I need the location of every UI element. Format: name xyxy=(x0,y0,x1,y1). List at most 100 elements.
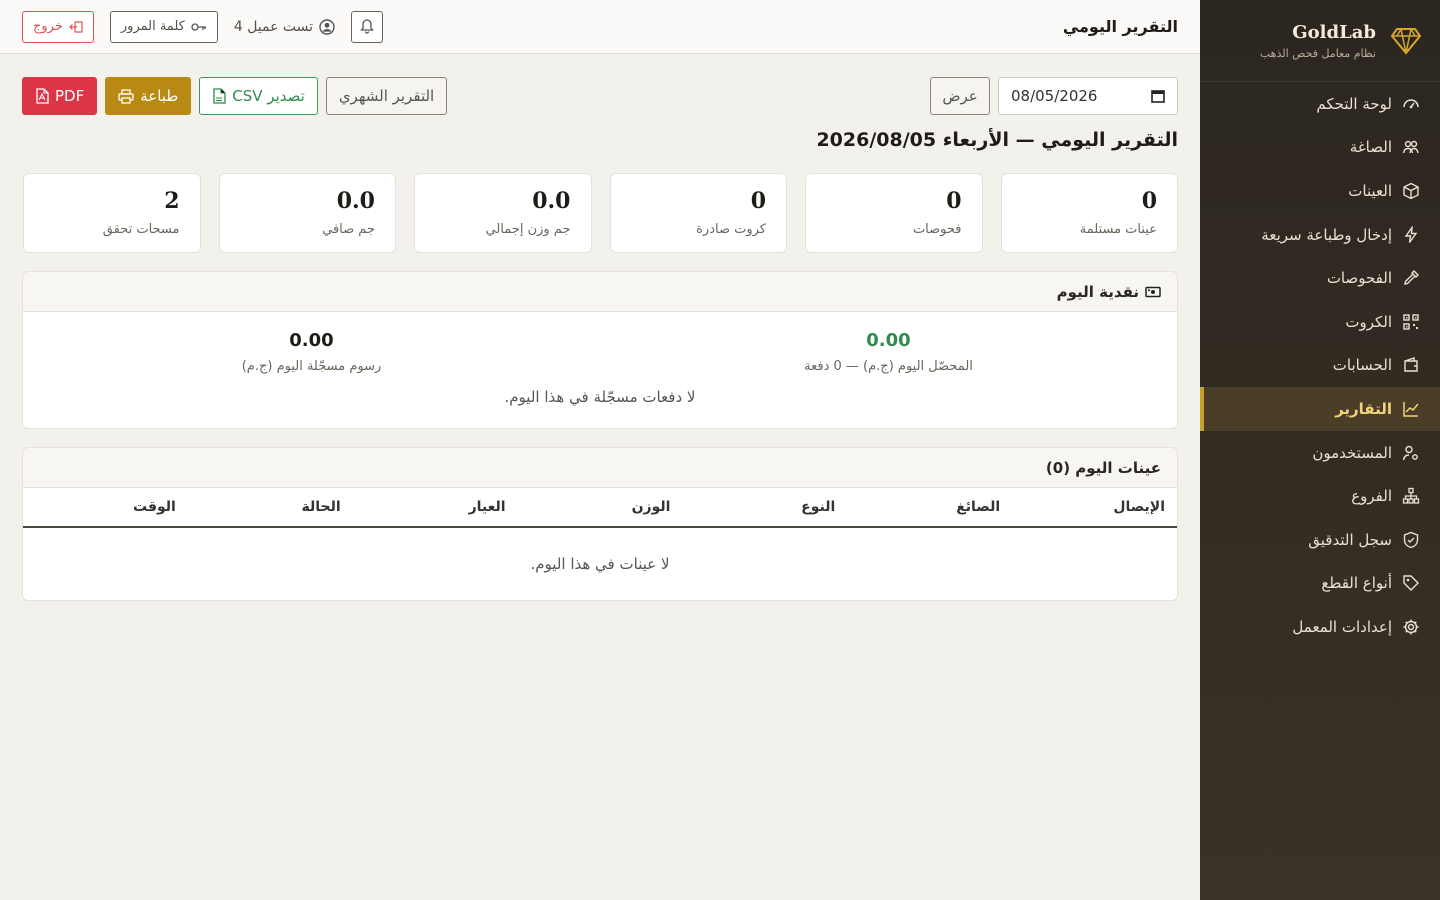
calendar-icon xyxy=(1151,90,1165,103)
stat-card: 0.0 جم وزن إجمالي xyxy=(414,173,592,253)
key-icon xyxy=(191,22,206,31)
stat-card: 0 عينات مستلمة xyxy=(1000,173,1178,253)
stat-value: 0 xyxy=(750,188,766,214)
export-csv-button[interactable]: تصدير CSV xyxy=(199,77,318,115)
table-column-header[interactable]: الحالة xyxy=(188,499,353,515)
gear-icon xyxy=(1402,618,1420,636)
sidebar-item-label: الفروع xyxy=(1351,487,1392,506)
main-content: 08/05/2026 عرض التقرير الشهري تصدير CSV … xyxy=(0,54,1200,900)
pdf-button[interactable]: PDF xyxy=(22,77,98,115)
sidebar-item-3[interactable]: العينات xyxy=(1200,169,1440,213)
stat-value: 0.0 xyxy=(532,188,571,214)
brand-subtitle: نظام معامل فحص الذهب xyxy=(1259,46,1376,60)
cash-collected: 0.00 المحصّل اليوم (ج.م) — 0 دفعة xyxy=(600,330,1177,374)
brand-title: GoldLab xyxy=(1292,21,1376,43)
change-password-button[interactable]: كلمة المرور xyxy=(109,10,218,43)
user-gear-icon xyxy=(1402,444,1420,462)
cash-fees: 0.00 رسوم مسجّلة اليوم (ج.م) xyxy=(23,330,600,374)
sidebar-item-label: الفحوصات xyxy=(1326,269,1392,288)
sidebar-item-label: الحسابات xyxy=(1332,356,1392,375)
sidebar-item-4[interactable]: إدخال وطباعة سريعة xyxy=(1200,213,1440,257)
monthly-report-button[interactable]: التقرير الشهري xyxy=(325,77,448,115)
shield-icon xyxy=(1402,531,1420,549)
file-pdf-icon xyxy=(36,88,49,104)
table-column-header[interactable]: الصائغ xyxy=(847,499,1012,515)
sidebar-item-label: التقارير xyxy=(1335,399,1392,418)
view-button[interactable]: عرض xyxy=(930,77,990,115)
printer-icon xyxy=(118,88,134,104)
stat-label: فحوصات xyxy=(912,222,962,237)
branches-icon xyxy=(1402,487,1420,505)
stat-label: جم صافي xyxy=(322,222,375,237)
sidebar-item-label: أنواع القطع xyxy=(1321,574,1392,593)
qr-icon xyxy=(1402,313,1420,331)
table-column-header[interactable]: الوقت xyxy=(23,499,188,515)
sidebar-item-6[interactable]: الكروت xyxy=(1200,300,1440,344)
cash-empty-message: لا دفعات مسجّلة في هذا اليوم. xyxy=(504,388,696,406)
notifications-button[interactable] xyxy=(351,10,384,43)
stat-card: 0.0 جم صافي xyxy=(218,173,396,253)
table-column-header[interactable]: الإيصال xyxy=(1012,499,1177,515)
sidebar: GoldLab نظام معامل فحص الذهب لوحة التحكم… xyxy=(1200,0,1440,900)
cash-panel: نقدية اليوم 0.00 المحصّل اليوم (ج.م) — 0… xyxy=(22,271,1178,429)
date-input[interactable]: 08/05/2026 xyxy=(998,77,1178,115)
table-column-header[interactable]: الوزن xyxy=(518,499,683,515)
diamond-icon xyxy=(1390,25,1422,57)
sidebar-item-12[interactable]: أنواع القطع xyxy=(1200,562,1440,606)
stat-label: جم وزن إجمالي xyxy=(485,222,571,237)
report-title: التقرير اليومي — الأربعاء 2026/08/05 xyxy=(816,129,1178,151)
user-name: تست عميل 4 xyxy=(233,18,314,35)
samples-panel: عينات اليوم (0) الإيصال الصائغ النوع الوزن ا… xyxy=(22,447,1178,601)
logout-button[interactable]: خروج xyxy=(22,10,94,43)
sidebar-item-label: إدخال وطباعة سريعة xyxy=(1261,225,1392,244)
sidebar-item-10[interactable]: الفروع xyxy=(1200,474,1440,518)
users-icon xyxy=(1402,138,1420,156)
sidebar-item-5[interactable]: الفحوصات xyxy=(1200,256,1440,300)
cash-collected-value: 0.00 xyxy=(866,330,911,351)
stat-label: عينات مستلمة xyxy=(1079,222,1157,237)
tag-icon xyxy=(1402,574,1420,592)
table-column-header[interactable]: النوع xyxy=(682,499,847,515)
samples-empty-message: لا عينات في هذا اليوم. xyxy=(530,555,670,573)
lightning-icon xyxy=(1402,225,1420,244)
stat-label: مسحات تحقق xyxy=(102,222,180,237)
page-heading: التقرير اليومي xyxy=(1062,17,1178,36)
wallet-icon xyxy=(1402,356,1420,374)
stat-value: 0.0 xyxy=(336,188,375,214)
box-icon xyxy=(1402,182,1420,200)
sidebar-item-label: سجل التدقيق xyxy=(1308,530,1392,549)
topbar: التقرير اليومي تست عميل 4 كلمة المرور خر… xyxy=(0,0,1200,54)
stat-card: 2 مسحات تحقق xyxy=(23,173,201,253)
sidebar-item-11[interactable]: سجل التدقيق xyxy=(1200,518,1440,562)
chart-icon xyxy=(1402,400,1420,418)
table-column-header[interactable]: العيار xyxy=(353,499,518,515)
toolbar: 08/05/2026 عرض التقرير الشهري تصدير CSV … xyxy=(22,77,1178,115)
pipette-icon xyxy=(1402,269,1420,287)
logout-icon xyxy=(69,20,83,33)
samples-panel-header: عينات اليوم (0) xyxy=(23,448,1177,488)
user-chip[interactable]: تست عميل 4 xyxy=(234,19,335,35)
brand[interactable]: GoldLab نظام معامل فحص الذهب xyxy=(1200,0,1440,82)
sidebar-item-label: إعدادات المعمل xyxy=(1292,617,1392,636)
bell-icon xyxy=(360,19,374,34)
cash-icon xyxy=(1145,286,1161,297)
sidebar-item-1[interactable]: لوحة التحكم xyxy=(1200,82,1440,126)
app-root: GoldLab نظام معامل فحص الذهب لوحة التحكم… xyxy=(0,0,1440,900)
stat-card: 0 كروت صادرة xyxy=(609,173,787,253)
sidebar-item-2[interactable]: الصاغة xyxy=(1200,126,1440,170)
sidebar-item-label: العينات xyxy=(1348,181,1392,200)
sidebar-item-label: لوحة التحكم xyxy=(1316,94,1392,113)
stat-label: كروت صادرة xyxy=(696,222,766,237)
sidebar-nav: لوحة التحكم الصاغة العينات إدخال وطباعة سري… xyxy=(1200,82,1440,649)
dashboard-icon xyxy=(1402,95,1420,113)
cash-fees-value: 0.00 xyxy=(289,330,334,351)
sidebar-item-13[interactable]: إعدادات المعمل xyxy=(1200,605,1440,649)
print-button[interactable]: طباعة xyxy=(105,77,192,115)
file-csv-icon xyxy=(213,88,226,104)
sidebar-item-8[interactable]: التقارير xyxy=(1200,387,1440,431)
sidebar-item-label: الكروت xyxy=(1345,312,1392,331)
sidebar-item-9[interactable]: المستخدمون xyxy=(1200,431,1440,475)
cash-collected-label: المحصّل اليوم (ج.م) — 0 دفعة xyxy=(804,359,973,374)
sidebar-item-7[interactable]: الحسابات xyxy=(1200,344,1440,388)
cash-panel-header: نقدية اليوم xyxy=(23,272,1177,312)
